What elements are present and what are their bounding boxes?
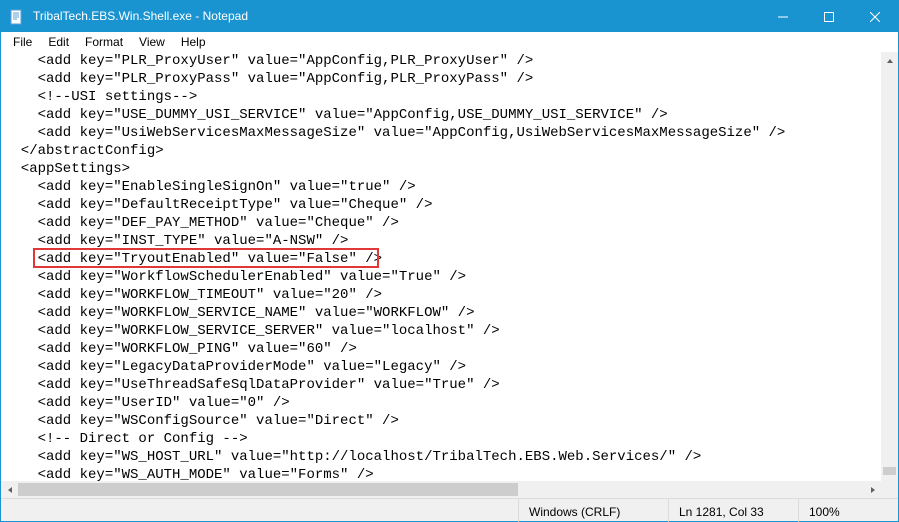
status-line-ending: Windows (CRLF): [518, 499, 668, 522]
text-line[interactable]: <add key="WORKFLOW_SERVICE_NAME" value="…: [4, 304, 895, 322]
hscroll-thumb[interactable]: [18, 483, 518, 496]
notepad-app-icon: [9, 9, 25, 25]
status-zoom: 100%: [798, 499, 898, 522]
text-line[interactable]: <add key="PLR_ProxyPass" value="AppConfi…: [4, 70, 895, 88]
vscroll-track[interactable]: [881, 69, 898, 464]
menu-edit[interactable]: Edit: [40, 33, 77, 51]
content-area: <add key="PLR_ProxyUser" value="AppConfi…: [1, 52, 898, 498]
text-line[interactable]: <appSettings>: [4, 160, 895, 178]
scroll-up-arrow-icon[interactable]: [881, 52, 898, 69]
scroll-left-arrow-icon[interactable]: [1, 481, 18, 498]
text-line[interactable]: <add key="TryoutEnabled" value="False" /…: [4, 250, 895, 268]
text-line[interactable]: <add key="UsiWebServicesMaxMessageSize" …: [4, 124, 895, 142]
text-line[interactable]: <add key="WORKFLOW_PING" value="60" />: [4, 340, 895, 358]
statusbar: Windows (CRLF) Ln 1281, Col 33 100%: [1, 498, 898, 521]
text-line[interactable]: <add key="DefaultReceiptType" value="Che…: [4, 196, 895, 214]
menu-view[interactable]: View: [131, 33, 173, 51]
notepad-window: TribalTech.EBS.Win.Shell.exe - Notepad F…: [0, 0, 899, 522]
text-line[interactable]: <add key="PLR_ProxyUser" value="AppConfi…: [4, 52, 895, 70]
menubar: File Edit Format View Help: [1, 32, 898, 52]
text-line[interactable]: <add key="DEF_PAY_METHOD" value="Cheque"…: [4, 214, 895, 232]
text-line[interactable]: </abstractConfig>: [4, 142, 895, 160]
scroll-right-arrow-icon[interactable]: [864, 481, 881, 498]
text-line[interactable]: <add key="USE_DUMMY_USI_SERVICE" value="…: [4, 106, 895, 124]
window-controls: [760, 1, 898, 32]
text-line[interactable]: <add key="UseThreadSafeSqlDataProvider" …: [4, 376, 895, 394]
horizontal-scrollbar[interactable]: [1, 481, 881, 498]
text-line[interactable]: <add key="UserID" value="0" />: [4, 394, 895, 412]
menu-format[interactable]: Format: [77, 33, 131, 51]
scroll-corner: [881, 481, 898, 498]
vertical-scrollbar[interactable]: [881, 52, 898, 481]
text-line[interactable]: <add key="WS_AUTH_MODE" value="Forms" />: [4, 466, 895, 481]
titlebar[interactable]: TribalTech.EBS.Win.Shell.exe - Notepad: [1, 1, 898, 32]
text-line[interactable]: <add key="EnableSingleSignOn" value="tru…: [4, 178, 895, 196]
status-caret-pos: Ln 1281, Col 33: [668, 499, 798, 522]
text-editor[interactable]: <add key="PLR_ProxyUser" value="AppConfi…: [1, 52, 898, 481]
vscroll-thumb[interactable]: [883, 467, 896, 475]
maximize-button[interactable]: [806, 1, 852, 32]
close-button[interactable]: [852, 1, 898, 32]
window-title: TribalTech.EBS.Win.Shell.exe - Notepad: [33, 1, 760, 32]
text-line[interactable]: <!-- Direct or Config -->: [4, 430, 895, 448]
status-spacer: [1, 499, 518, 521]
hscroll-track[interactable]: [18, 481, 864, 498]
text-line[interactable]: <add key="WORKFLOW_TIMEOUT" value="20" /…: [4, 286, 895, 304]
text-line[interactable]: <add key="WSConfigSource" value="Direct"…: [4, 412, 895, 430]
menu-help[interactable]: Help: [173, 33, 214, 51]
text-line[interactable]: <add key="LegacyDataProviderMode" value=…: [4, 358, 895, 376]
text-line[interactable]: <add key="WorkflowSchedulerEnabled" valu…: [4, 268, 895, 286]
menu-file[interactable]: File: [5, 33, 40, 51]
text-line[interactable]: <add key="INST_TYPE" value="A-NSW" />: [4, 232, 895, 250]
text-line[interactable]: <add key="WS_HOST_URL" value="http://loc…: [4, 448, 895, 466]
text-line[interactable]: <!--USI settings-->: [4, 88, 895, 106]
minimize-button[interactable]: [760, 1, 806, 32]
text-line[interactable]: <add key="WORKFLOW_SERVICE_SERVER" value…: [4, 322, 895, 340]
